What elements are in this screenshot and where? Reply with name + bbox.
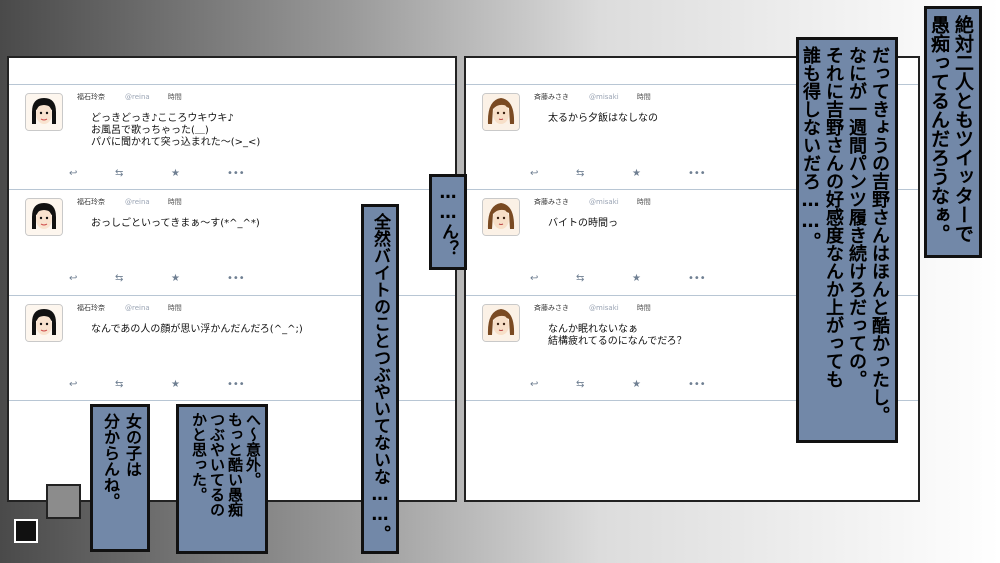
avatar-reina[interactable]	[25, 304, 63, 342]
favorite-icon[interactable]: ★	[171, 168, 180, 179]
user-handle: @reina	[125, 304, 150, 312]
user-handle: @misaki	[589, 93, 619, 101]
narration-box-no-job-tweets: 全然バイトのことつぶやいてないな……。	[361, 204, 399, 554]
narration-box-twitter-complaint: 絶対二人ともツイッターで 愚痴ってるんだろうなぁ。	[924, 6, 982, 258]
tweet-actions: ↩ ⇆ ★ •••	[69, 273, 249, 285]
tweet-meta: 福石玲奈 @reina 時間	[77, 197, 182, 207]
tweet-time: 時間	[636, 93, 651, 101]
retweet-icon[interactable]: ⇆	[576, 168, 584, 179]
avatar-misaki[interactable]	[482, 93, 520, 131]
tweet-time: 時間	[167, 304, 182, 312]
avatar-girl-icon	[26, 94, 62, 130]
avatar-reina[interactable]	[25, 198, 63, 236]
tweet-time: 時間	[636, 198, 651, 206]
favorite-icon[interactable]: ★	[171, 379, 180, 390]
reply-icon[interactable]: ↩	[530, 168, 538, 179]
favorite-icon[interactable]: ★	[171, 273, 180, 284]
narration-box-huh: ……ん？	[429, 174, 467, 270]
decor-square-black	[14, 519, 38, 543]
tweet-text: おっしごといってきまぁ〜す(*^_^*)	[91, 218, 260, 229]
more-icon[interactable]: •••	[227, 273, 245, 284]
tweet-actions: ↩ ⇆ ★ •••	[530, 273, 710, 285]
narration-box-yoshino: だってきょうの吉野さんはほんと酷かったし。 なにが一週間パンツ履き続けろだっての…	[796, 37, 898, 443]
tweet-text: なんか眠れないなぁ 結構疲れてるのになんでだろ？	[548, 324, 687, 347]
reply-icon[interactable]: ↩	[530, 273, 538, 284]
tweet-time: 時間	[636, 304, 651, 312]
retweet-icon[interactable]: ⇆	[115, 273, 123, 284]
tweet-actions: ↩ ⇆ ★ •••	[530, 379, 710, 391]
user-handle: @reina	[125, 93, 150, 101]
reply-icon[interactable]: ↩	[530, 379, 538, 390]
avatar-woman-icon	[483, 305, 519, 341]
avatar-woman-icon	[483, 94, 519, 130]
reply-icon[interactable]: ↩	[69, 168, 77, 179]
user-handle: @reina	[125, 198, 150, 206]
tweet-meta: 斉藤みさき @misaki 時間	[534, 197, 651, 207]
tweet-meta: 斉藤みさき @misaki 時間	[534, 92, 651, 102]
tweet-actions: ↩ ⇆ ★ •••	[530, 168, 710, 180]
reply-icon[interactable]: ↩	[69, 273, 77, 284]
avatar-misaki[interactable]	[482, 198, 520, 236]
more-icon[interactable]: •••	[688, 379, 706, 390]
tweet-text: どっきどっき♪こころウキウキ♪ お風呂で歌っちゃった(＿) パパに聞かれて突っ込…	[91, 113, 261, 148]
favorite-icon[interactable]: ★	[632, 379, 641, 390]
user-name[interactable]: 福石玲奈	[77, 93, 105, 101]
avatar-misaki[interactable]	[482, 304, 520, 342]
user-name[interactable]: 斉藤みさき	[534, 198, 569, 206]
retweet-icon[interactable]: ⇆	[576, 273, 584, 284]
tweet-meta: 福石玲奈 @reina 時間	[77, 92, 182, 102]
user-handle: @misaki	[589, 198, 619, 206]
more-icon[interactable]: •••	[688, 168, 706, 179]
user-name[interactable]: 福石玲奈	[77, 198, 105, 206]
user-handle: @misaki	[589, 304, 619, 312]
avatar-girl-icon	[26, 305, 62, 341]
narration-box-surprise: へ〜意外。 もっと酷い愚痴 つぶやいてるの かと思った。	[176, 404, 268, 554]
tweet-text: 太るから夕飯はなしなの	[548, 113, 658, 124]
tweet-item[interactable]: 福石玲奈 @reina 時間 どっきどっき♪こころウキウキ♪ お風呂で歌っちゃった(…	[9, 84, 455, 190]
avatar-girl-icon	[26, 199, 62, 235]
more-icon[interactable]: •••	[227, 168, 245, 179]
favorite-icon[interactable]: ★	[632, 273, 641, 284]
tweet-time: 時間	[167, 198, 182, 206]
reply-icon[interactable]: ↩	[69, 379, 77, 390]
retweet-icon[interactable]: ⇆	[115, 379, 123, 390]
tweet-text: バイトの時間っ	[548, 218, 618, 229]
more-icon[interactable]: •••	[227, 379, 245, 390]
narration-box-girls: 女の子は 分からんね。	[90, 404, 150, 552]
decor-square-gray	[46, 484, 81, 519]
user-name[interactable]: 斉藤みさき	[534, 93, 569, 101]
tweet-meta: 斉藤みさき @misaki 時間	[534, 303, 651, 313]
tweet-time: 時間	[167, 93, 182, 101]
tweet-meta: 福石玲奈 @reina 時間	[77, 303, 182, 313]
user-name[interactable]: 斉藤みさき	[534, 304, 569, 312]
retweet-icon[interactable]: ⇆	[115, 168, 123, 179]
tweet-actions: ↩ ⇆ ★ •••	[69, 168, 249, 180]
avatar-reina[interactable]	[25, 93, 63, 131]
favorite-icon[interactable]: ★	[632, 168, 641, 179]
retweet-icon[interactable]: ⇆	[576, 379, 584, 390]
tweet-actions: ↩ ⇆ ★ •••	[69, 379, 249, 391]
avatar-woman-icon	[483, 199, 519, 235]
more-icon[interactable]: •••	[688, 273, 706, 284]
user-name[interactable]: 福石玲奈	[77, 304, 105, 312]
tweet-text: なんであの人の顔が思い浮かんだんだろ(^_^;)	[91, 324, 303, 335]
